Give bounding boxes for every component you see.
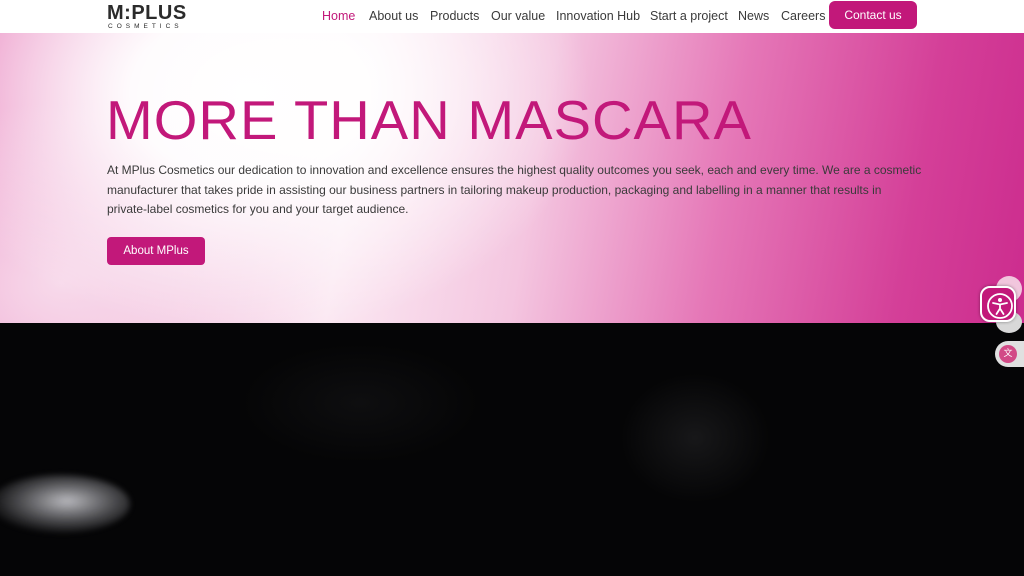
hero-description: At MPlus Cosmetics our dedication to inn… — [107, 163, 922, 217]
site-header: M:PLUS COSMETICS Home About us Products … — [0, 0, 1024, 33]
nav-item-careers[interactable]: Careers — [781, 9, 825, 24]
logo-sub-text: COSMETICS — [108, 23, 183, 30]
translate-icon: 文 — [999, 345, 1017, 363]
video-section — [0, 323, 1024, 576]
translate-button[interactable]: 文 — [995, 341, 1024, 367]
hero-section: MORE THAN MASCARA At MPlus Cosmetics our… — [0, 33, 1024, 323]
contact-us-button[interactable]: Contact us — [829, 1, 917, 29]
nav-item-products[interactable]: Products — [430, 9, 479, 24]
nav-item-about-us[interactable]: About us — [369, 9, 418, 24]
nav-item-innovation-hub[interactable]: Innovation Hub — [556, 9, 640, 24]
about-mplus-button[interactable]: About MPlus — [107, 237, 205, 265]
hero-title: MORE THAN MASCARA — [106, 89, 752, 151]
logo-main-text: M:PLUS — [107, 2, 187, 24]
accessibility-button[interactable] — [980, 286, 1016, 322]
mplus-logo[interactable]: M:PLUS COSMETICS — [107, 2, 197, 31]
nav-item-news[interactable]: News — [738, 9, 769, 24]
video-light-smudge — [0, 475, 130, 533]
video-shadow-left — [240, 343, 480, 463]
nav-item-start-a-project[interactable]: Start a project — [650, 9, 728, 24]
video-shadow-right — [620, 373, 770, 503]
accessibility-icon — [987, 293, 1013, 319]
nav-item-home[interactable]: Home — [322, 9, 355, 24]
nav-item-our-value[interactable]: Our value — [491, 9, 545, 24]
